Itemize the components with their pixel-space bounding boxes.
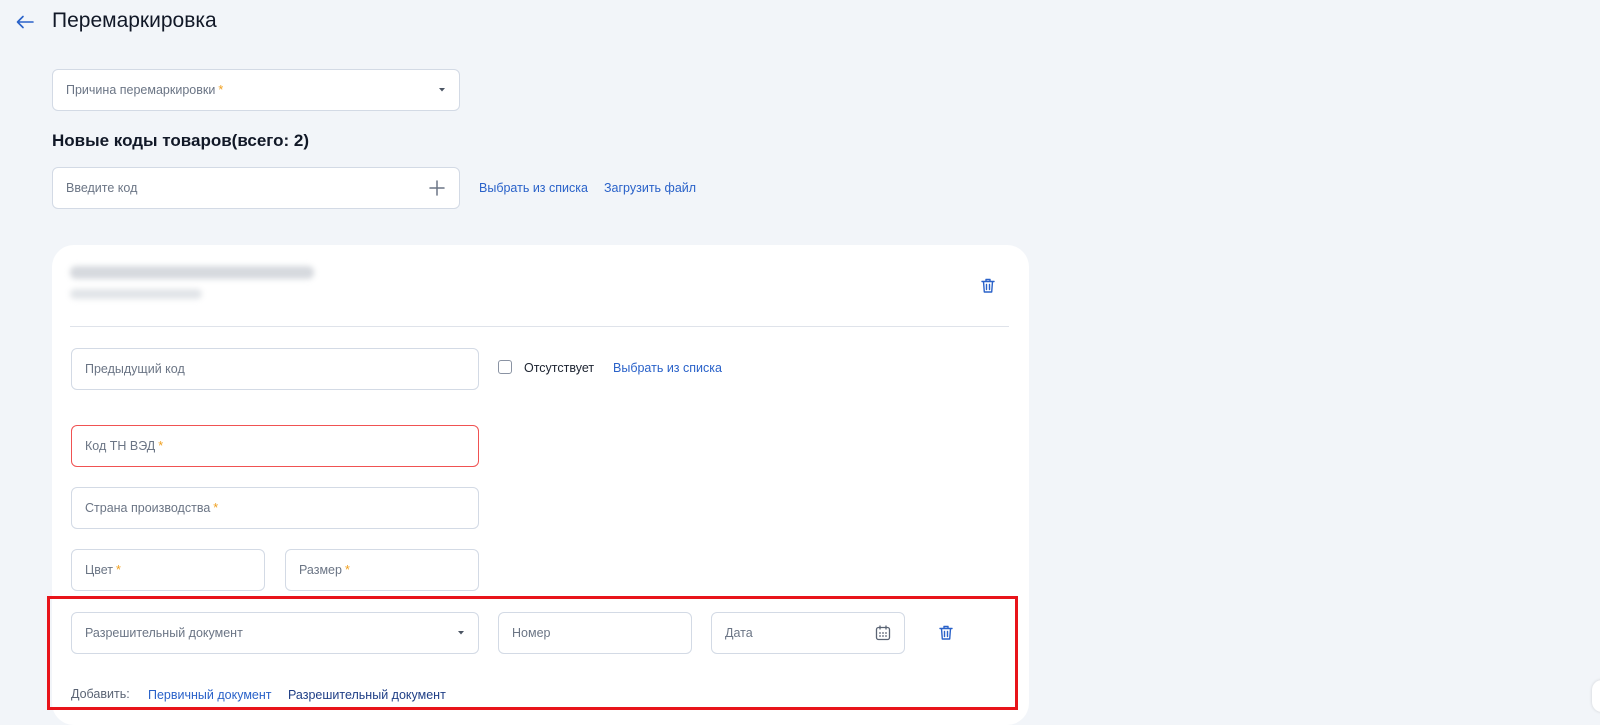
trash-icon — [981, 278, 995, 293]
previous-code-field[interactable] — [71, 348, 479, 390]
trash-icon — [939, 625, 953, 640]
country-field[interactable]: Страна производства * — [71, 487, 479, 529]
card-divider — [70, 326, 1009, 327]
delete-card-button[interactable] — [976, 273, 1000, 297]
add-primary-doc-link[interactable]: Первичный документ — [148, 688, 272, 702]
chevron-down-icon — [456, 630, 466, 636]
previous-code-input[interactable] — [85, 362, 465, 376]
absent-checkbox[interactable] — [498, 360, 512, 374]
upload-file-link[interactable]: Загрузить файл — [604, 181, 696, 195]
country-label: Страна производства * — [85, 501, 219, 515]
permit-number-input[interactable] — [512, 626, 678, 640]
previous-code-choose-link[interactable]: Выбрать из списка — [613, 361, 722, 375]
reason-select[interactable]: Причина перемаркировки * — [52, 69, 460, 111]
page-title: Перемаркировка — [52, 9, 217, 32]
delete-permit-doc-button[interactable] — [934, 620, 958, 644]
arrow-left-icon — [16, 15, 34, 29]
choose-from-list-link[interactable]: Выбрать из списка — [479, 181, 588, 195]
tnved-code-field[interactable]: Код ТН ВЭД * — [71, 425, 479, 467]
add-label: Добавить: — [71, 687, 130, 701]
permit-doc-select-label: Разрешительный документ — [85, 626, 243, 640]
permit-doc-select[interactable]: Разрешительный документ — [71, 612, 479, 654]
reason-select-label: Причина перемаркировки * — [66, 83, 224, 97]
color-field[interactable]: Цвет * — [71, 549, 265, 591]
code-input[interactable] — [66, 181, 446, 195]
blurred-code-subtext — [70, 289, 202, 299]
color-label: Цвет * — [85, 563, 121, 577]
new-codes-title: Новые коды товаров(всего: 2) — [52, 131, 310, 150]
add-permit-doc-link[interactable]: Разрешительный документ — [288, 688, 446, 702]
plus-icon[interactable] — [429, 180, 445, 196]
back-button[interactable] — [14, 10, 36, 34]
calendar-icon[interactable] — [875, 625, 891, 641]
blurred-code-text — [70, 266, 314, 279]
absent-label: Отсутствует — [524, 361, 595, 375]
chevron-down-icon — [437, 87, 447, 93]
permit-date-field[interactable] — [711, 612, 905, 654]
code-input-field[interactable] — [52, 167, 460, 209]
tnved-code-label: Код ТН ВЭД * — [85, 439, 164, 453]
scroll-handle[interactable] — [1592, 680, 1600, 712]
permit-date-input[interactable] — [725, 626, 891, 640]
size-label: Размер * — [299, 563, 350, 577]
permit-number-field[interactable] — [498, 612, 692, 654]
size-field[interactable]: Размер * — [285, 549, 479, 591]
